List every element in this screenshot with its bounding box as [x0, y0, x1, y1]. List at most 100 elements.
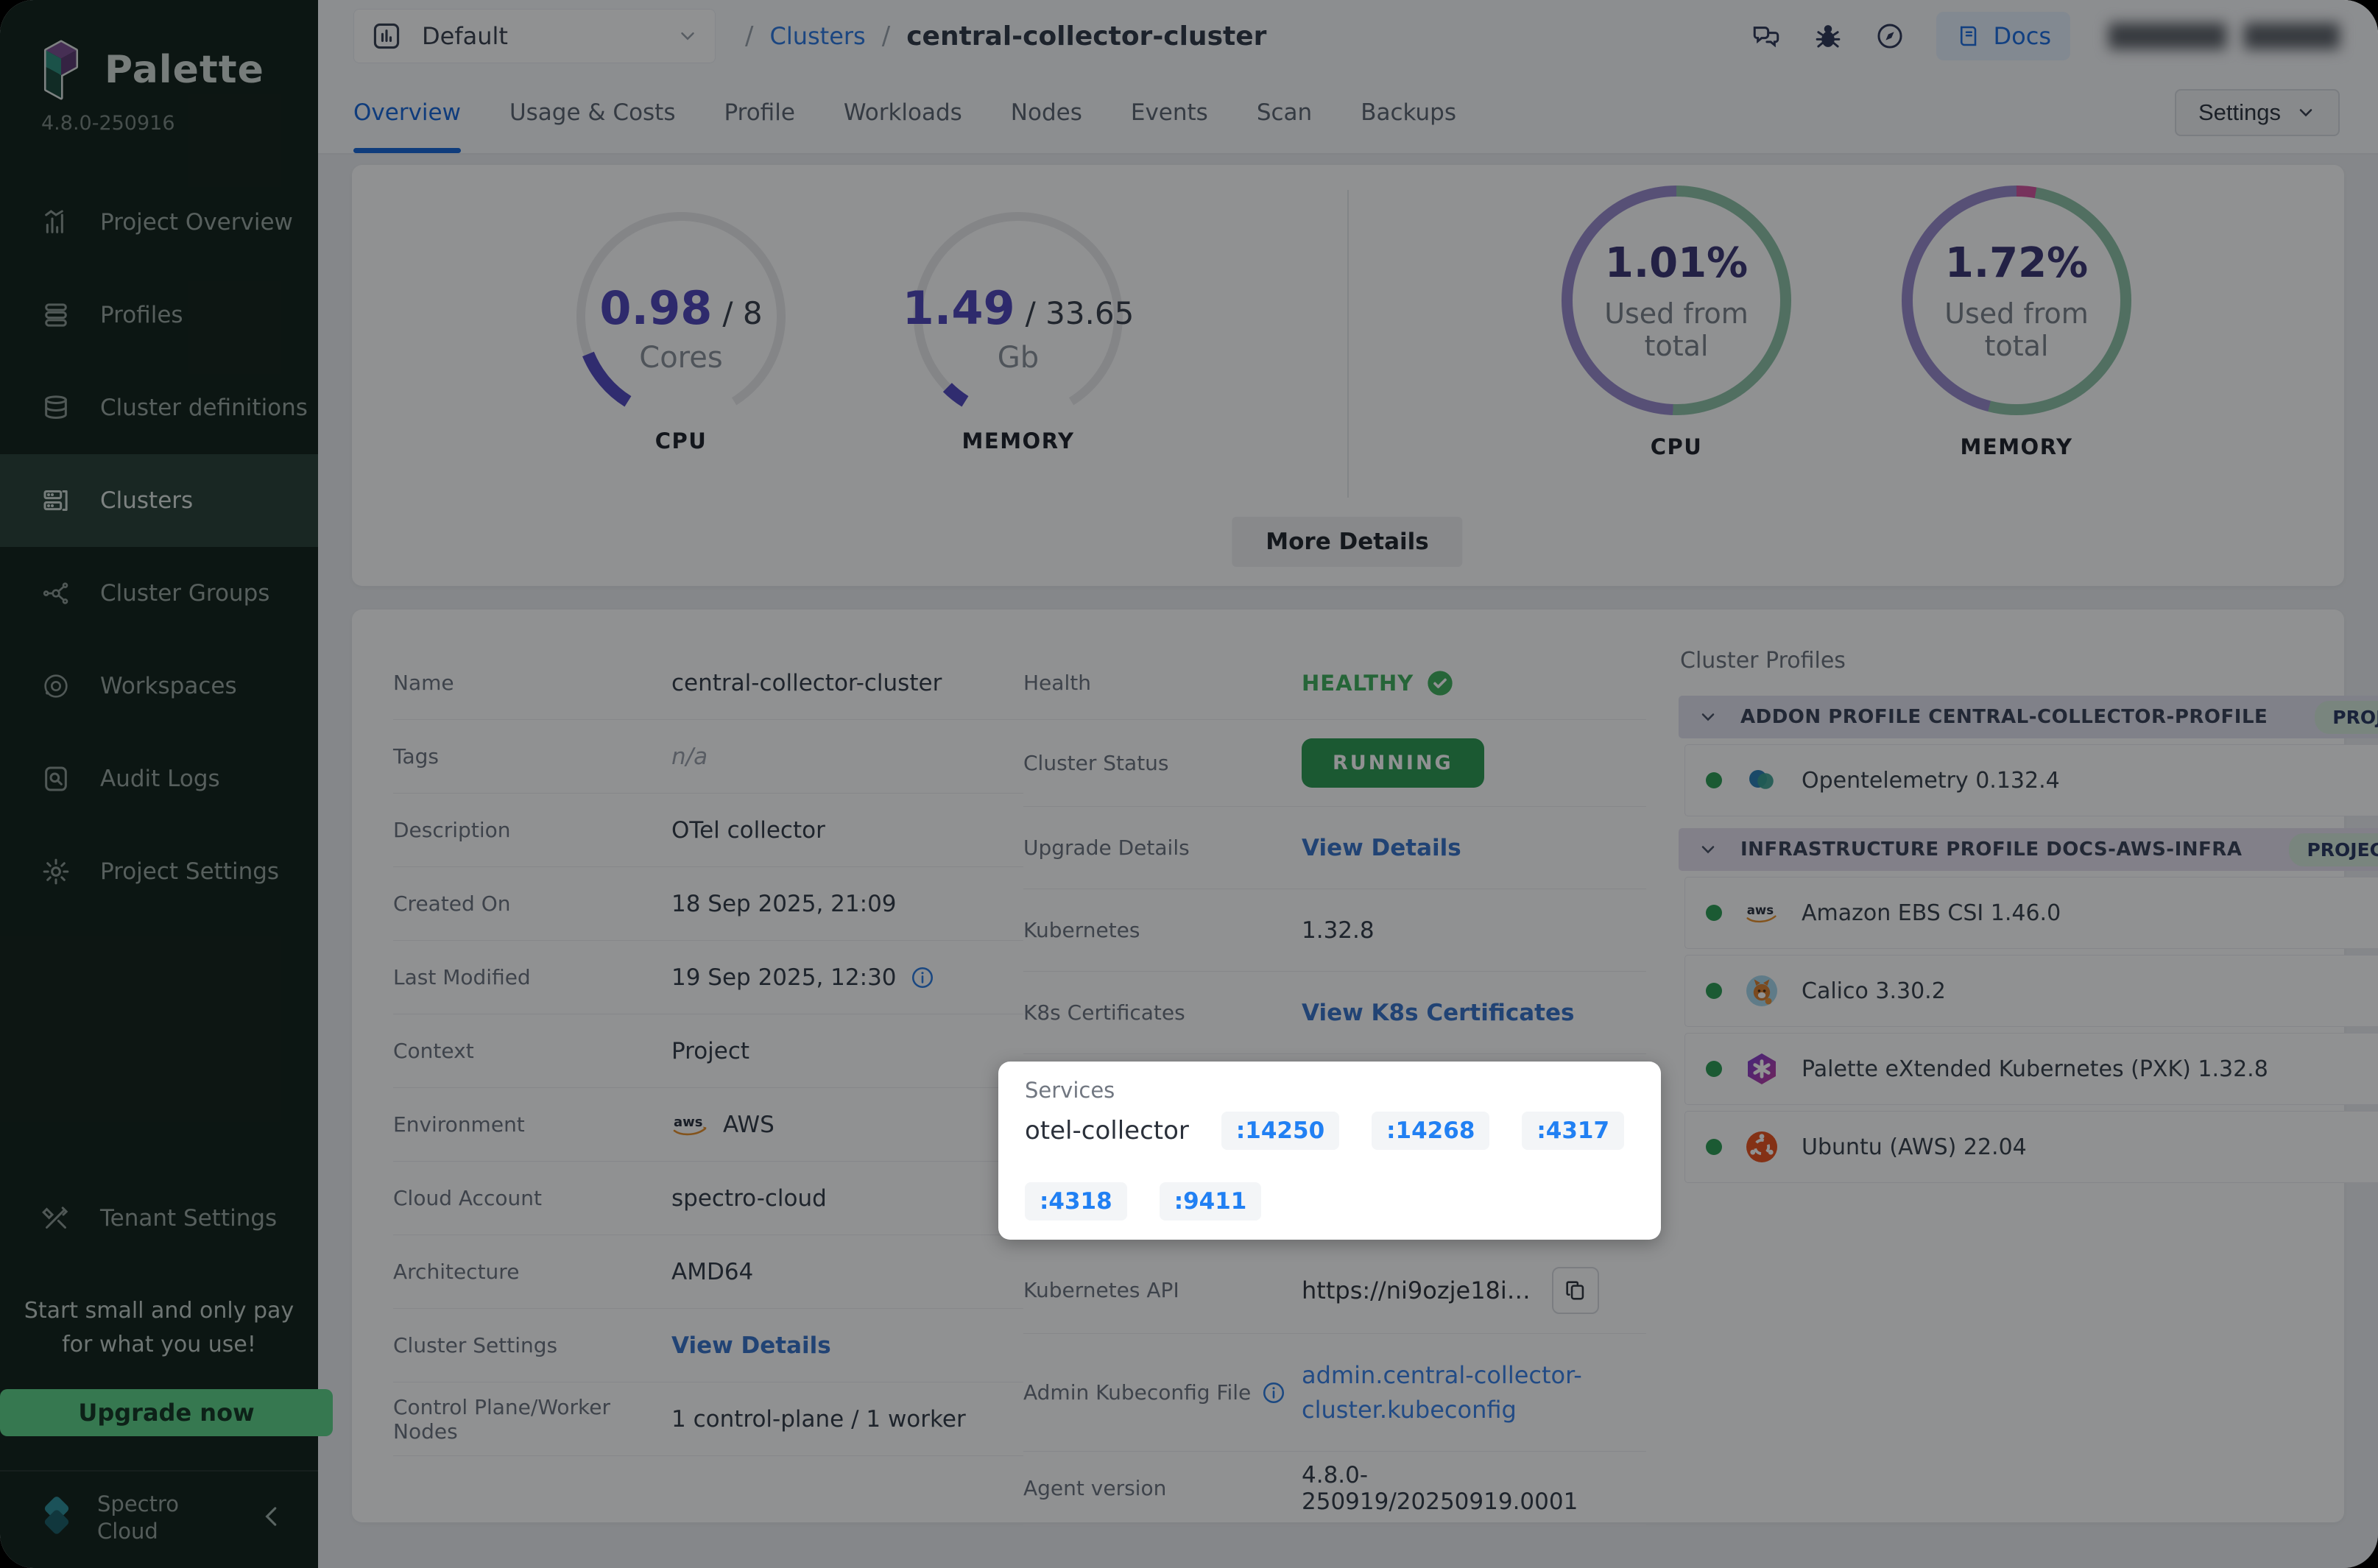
- status-dot: [1706, 1139, 1722, 1155]
- kubeconfig-download-link[interactable]: admin.central-collector-cluster.kubeconf…: [1302, 1358, 1599, 1427]
- services-spotlight: Services otel-collector :14250 :14268 :4…: [998, 1062, 1661, 1240]
- main-area: Default / Clusters / central-collector-c…: [318, 0, 2378, 1568]
- project-icon: [370, 20, 403, 52]
- docs-button[interactable]: Docs: [1936, 12, 2070, 60]
- sidebar-collapse-button[interactable]: [258, 1502, 286, 1533]
- chevron-down-icon: [1698, 839, 1718, 860]
- spectro-cloud-logo: [34, 1495, 80, 1541]
- tab-scan[interactable]: Scan: [1257, 72, 1312, 153]
- detail-row-environment: Environment aws AWS: [393, 1088, 1023, 1162]
- cluster-profiles-panel: Cluster Profiles ADDON PROFILE CENTRAL-C…: [1646, 646, 2378, 1525]
- sidebar-item-label: Cluster Groups: [100, 580, 269, 607]
- detail-row-agent-version: Agent version 4.8.0-250919/20250919.0001: [1023, 1452, 1646, 1525]
- sidebar: Palette 4.8.0-250916 Project Overview Pr…: [0, 0, 318, 1568]
- status-dot: [1706, 1061, 1722, 1077]
- detail-row-upgrade-details: Upgrade Details View Details: [1023, 807, 1646, 889]
- memory-total-value: / 33.65: [1026, 295, 1135, 331]
- service-port-link[interactable]: :14268: [1372, 1112, 1489, 1150]
- breadcrumb-separator: /: [745, 21, 753, 51]
- aws-logo: aws: [1744, 895, 1779, 930]
- profile-group-addon[interactable]: ADDON PROFILE CENTRAL-COLLECTOR-PROFILE …: [1679, 696, 2378, 738]
- sidebar-item-project-overview[interactable]: Project Overview: [0, 176, 318, 269]
- detail-row-health: Health HEALTHY: [1023, 646, 1646, 720]
- upgrade-now-button[interactable]: Upgrade now: [0, 1389, 333, 1436]
- book-icon: [1955, 23, 1982, 49]
- sidebar-item-workspaces[interactable]: Workspaces: [0, 640, 318, 732]
- tab-events[interactable]: Events: [1131, 72, 1208, 153]
- detail-row-tags: Tags n/a: [393, 720, 1023, 794]
- sidebar-item-label: Project Settings: [100, 858, 279, 885]
- sidebar-item-audit-logs[interactable]: Audit Logs: [0, 732, 318, 825]
- info-icon[interactable]: [910, 965, 935, 990]
- project-selector[interactable]: Default: [353, 9, 716, 63]
- more-details-button[interactable]: More Details: [1232, 517, 1462, 567]
- cluster-profiles-title: Cluster Profiles: [1680, 648, 2378, 674]
- sidebar-item-label: Cluster definitions: [100, 395, 308, 421]
- profile-layer-ubuntu[interactable]: Ubuntu (AWS) 22.04: [1684, 1111, 2378, 1183]
- sidebar-item-profiles[interactable]: Profiles: [0, 269, 318, 361]
- tab-profile[interactable]: Profile: [724, 72, 795, 153]
- service-port-link[interactable]: :4318: [1025, 1182, 1127, 1221]
- topbar: Default / Clusters / central-collector-c…: [318, 0, 2378, 72]
- utilization-card: 0.98 / 8 Cores CPU: [352, 165, 2344, 586]
- service-port-link[interactable]: :4317: [1522, 1112, 1624, 1150]
- svg-text:aws: aws: [1747, 903, 1774, 917]
- profile-layer-calico[interactable]: Calico 3.30.2: [1684, 955, 2378, 1027]
- memory-usage-donut: 1.72% Used from total MEMORY: [1902, 186, 2131, 586]
- status-dot: [1706, 772, 1722, 788]
- content-area: 0.98 / 8 Cores CPU: [318, 155, 2378, 1568]
- pxk-logo: [1744, 1051, 1779, 1087]
- sidebar-item-project-settings[interactable]: Project Settings: [0, 825, 318, 918]
- bug-icon[interactable]: [1813, 21, 1844, 52]
- app-version: 4.8.0-250916: [41, 112, 318, 135]
- detail-row-k8s-certificates: K8s Certificates View K8s Certificates: [1023, 972, 1646, 1054]
- service-port-link[interactable]: :9411: [1160, 1182, 1262, 1221]
- settings-button[interactable]: Settings: [2175, 89, 2340, 136]
- sidebar-item-label: Project Overview: [100, 209, 293, 236]
- memory-usage-caption: Used from total: [1913, 297, 2120, 362]
- opentelemetry-logo: [1744, 763, 1779, 798]
- sidebar-item-clusters[interactable]: Clusters: [0, 454, 318, 547]
- sidebar-item-label: Audit Logs: [100, 766, 220, 792]
- tab-overview[interactable]: Overview: [353, 72, 461, 153]
- info-icon[interactable]: [1261, 1380, 1286, 1405]
- profile-group-infrastructure[interactable]: INFRASTRUCTURE PROFILE DOCS-AWS-INFRA PR…: [1679, 828, 2378, 871]
- svg-text:aws: aws: [674, 1115, 703, 1130]
- memory-gauge-label: MEMORY: [893, 428, 1143, 453]
- copy-api-url-button[interactable]: [1552, 1267, 1599, 1314]
- cpu-unit: Cores: [639, 341, 722, 375]
- breadcrumb-link-clusters[interactable]: Clusters: [769, 22, 865, 50]
- chevron-down-icon: [2296, 102, 2316, 123]
- detail-row-description: Description OTel collector: [393, 794, 1023, 867]
- view-k8s-certificates-link[interactable]: View K8s Certificates: [1302, 1000, 1574, 1026]
- profile-layer-ebs-csi[interactable]: aws Amazon EBS CSI 1.46.0: [1684, 877, 2378, 949]
- layers-icon: [41, 300, 71, 330]
- sidebar-footer: Spectro Cloud: [0, 1470, 318, 1568]
- user-account-menu[interactable]: [2109, 23, 2340, 49]
- profile-layer-pxk[interactable]: Palette eXtended Kubernetes (PXK) 1.32.8: [1684, 1033, 2378, 1105]
- tab-workloads[interactable]: Workloads: [844, 72, 962, 153]
- check-circle-icon: [1425, 668, 1455, 698]
- status-dot: [1706, 905, 1722, 921]
- project-scope-badge: PROJECT: [2289, 833, 2378, 866]
- compass-icon[interactable]: [1874, 21, 1905, 52]
- upgrade-view-details-link[interactable]: View Details: [1302, 835, 1461, 861]
- tab-nodes[interactable]: Nodes: [1011, 72, 1082, 153]
- sidebar-item-cluster-groups[interactable]: Cluster Groups: [0, 547, 318, 640]
- profile-layer-opentelemetry[interactable]: Opentelemetry 0.132.4: [1684, 744, 2378, 816]
- tab-backups[interactable]: Backups: [1361, 72, 1456, 153]
- detail-row-cluster-settings: Cluster Settings View Details: [393, 1309, 1023, 1382]
- detail-row-kubernetes-api: Kubernetes API https://ni9ozje18ivwoy2ah…: [1023, 1247, 1646, 1334]
- footer-brand-name: Spectro Cloud: [97, 1491, 179, 1546]
- sidebar-item-cluster-definitions[interactable]: Cluster definitions: [0, 361, 318, 454]
- cluster-settings-view-details-link[interactable]: View Details: [671, 1332, 831, 1359]
- details-middle-column: Health HEALTHY Cluster Status RUNNING Up…: [1023, 646, 1646, 1525]
- cpu-donut-label: CPU: [1562, 434, 1791, 459]
- chat-icon[interactable]: [1751, 21, 1782, 52]
- sidebar-item-label: Tenant Settings: [100, 1205, 277, 1232]
- sidebar-item-tenant-settings[interactable]: Tenant Settings: [0, 1172, 318, 1265]
- detail-row-admin-kubeconfig: Admin Kubeconfig File admin.central-coll…: [1023, 1334, 1646, 1452]
- service-port-link[interactable]: :14250: [1221, 1112, 1339, 1150]
- tab-usage-costs[interactable]: Usage & Costs: [509, 72, 676, 153]
- page-title: central-collector-cluster: [906, 21, 1266, 52]
